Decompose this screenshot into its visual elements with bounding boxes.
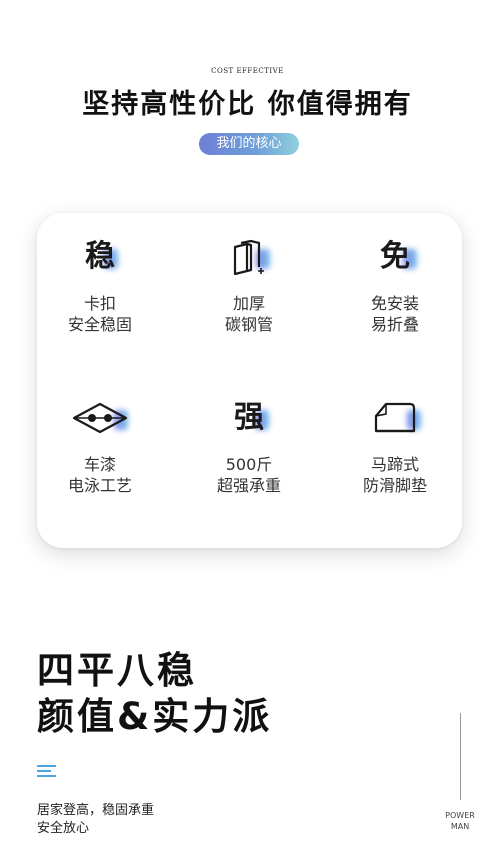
feature-foot-pad: 马蹄式 防滑脚垫 [335,396,455,496]
feature-label: 500斤 超强承重 [216,455,281,495]
feature-buckle: 稳 卡扣 安全稳固 [40,235,160,335]
feature-paint: 车漆 电泳工艺 [40,396,160,496]
divider-line [460,713,461,800]
foot-pad-icon [335,396,455,440]
core-badge: 我们的核心 [199,133,299,155]
mian-character-icon: 免 [335,235,455,279]
eyebrow-text: COST EFFECTIVE [211,67,284,75]
feature-label: 加厚 碳钢管 [224,294,273,334]
layered-steel-tube-icon [189,235,309,279]
feature-label: 免安装 易折叠 [370,294,419,334]
wen-character-icon: 稳 [40,235,160,279]
brand-mark: POWER MAN [445,811,475,831]
feature-steel-tube: 加厚 碳钢管 [189,235,309,335]
section-title: 四平八稳 颜值&实力派 [37,649,273,738]
diamond-eye-icon [40,396,160,440]
feature-load: 强 500斤 超强承重 [189,396,309,496]
feature-label: 卡扣 安全稳固 [67,294,132,334]
features-card: 稳 卡扣 安全稳固 加厚 碳钢管 免 免安装 易折叠 车漆 电泳工艺 强 500… [37,213,462,548]
page-headline: 坚持高性价比 你值得拥有 [82,89,413,120]
feature-label: 马蹄式 防滑脚垫 [362,455,427,495]
feature-label: 车漆 电泳工艺 [67,455,132,495]
menu-lines-icon [37,765,56,777]
feature-foldable: 免 免安装 易折叠 [335,235,455,335]
tagline: 居家登高，稳固承重 安全放心 [37,803,155,836]
qiang-character-icon: 强 [189,396,309,440]
